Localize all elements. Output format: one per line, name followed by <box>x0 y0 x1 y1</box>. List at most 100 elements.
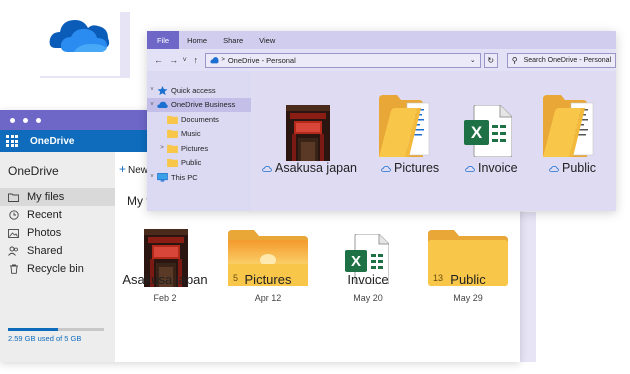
storage-bar <box>8 328 104 331</box>
file-date: Feb 2 <box>153 293 177 303</box>
file-name: Invoice <box>347 272 389 287</box>
file-explorer-window: File Home Share View ← → ˅ ↑ > OneDrive … <box>147 31 617 211</box>
expand-caret-icon[interactable]: > <box>157 145 167 151</box>
explorer-item-asakusa-japan[interactable]: Asakusa japan <box>262 161 357 175</box>
sidebar-item-recent[interactable]: Recent <box>0 206 115 224</box>
sidebar-item-label: Shared <box>27 245 63 257</box>
sidebar-item-label: My files <box>27 191 65 203</box>
cloud-status-icon <box>465 165 475 172</box>
clock-icon <box>8 210 19 221</box>
sidebar-item-my-files[interactable]: My files <box>0 188 115 206</box>
sidebar-item-shared[interactable]: Shared <box>0 242 115 260</box>
refresh-icon: ↻ <box>487 55 495 65</box>
file-name: Pictures <box>244 272 292 287</box>
tree-item-quick-access[interactable]: ˅ Quick access <box>147 83 251 98</box>
address-bar[interactable]: > OneDrive - Personal ⌄ <box>205 52 481 68</box>
tab-home[interactable]: Home <box>179 31 215 49</box>
tree-item-pictures[interactable]: > Pictures <box>147 141 251 156</box>
sidebar-item-label: Photos <box>27 227 62 239</box>
cloud-status-icon <box>549 165 559 172</box>
people-icon <box>8 246 19 257</box>
tab-view[interactable]: View <box>251 31 283 49</box>
explorer-item-public[interactable]: Public <box>549 161 596 175</box>
sidebar-item-label: Recycle bin <box>27 263 84 275</box>
sidebar-item-recycle-bin[interactable]: Recycle bin <box>0 260 115 278</box>
up-arrow-icon[interactable]: ↑ <box>190 55 201 65</box>
sidebar-item-label: Recent <box>27 209 62 221</box>
tree-item-label: Music <box>181 129 201 139</box>
tree-item-documents[interactable]: Documents <box>147 112 251 127</box>
refresh-button[interactable]: ↻ <box>483 52 498 68</box>
stage: OneDrive OneDrive My files Recent Photos… <box>0 0 630 374</box>
folder-icon <box>8 192 19 203</box>
photo-thumbnail[interactable] <box>286 105 330 166</box>
excel-icon[interactable]: X <box>464 104 513 162</box>
explorer-item-invoice[interactable]: Invoice <box>465 161 518 175</box>
search-input[interactable]: ⚲ Search OneDrive - Personal <box>506 52 617 68</box>
back-arrow-icon[interactable]: ← <box>153 55 164 65</box>
explorer-item-pictures[interactable]: Pictures <box>381 161 439 175</box>
new-button-label: New <box>128 165 149 176</box>
cloud-status-icon <box>381 165 391 172</box>
folder-icon[interactable] <box>541 91 601 166</box>
sidebar: OneDrive My files Recent Photos Shared R… <box>0 152 115 362</box>
tree-item-label: Public <box>181 158 202 168</box>
onedrive-cloud-icon <box>49 20 110 52</box>
address-path: OneDrive - Personal <box>227 55 296 65</box>
chevron-down-icon[interactable]: ⌄ <box>470 56 476 64</box>
app-launcher-icon[interactable] <box>6 135 20 147</box>
star-icon <box>157 85 168 95</box>
folder-icon <box>167 130 178 139</box>
app-name: OneDrive <box>30 135 75 147</box>
sidebar-item-photos[interactable]: Photos <box>0 224 115 242</box>
forward-arrow-icon[interactable]: → <box>168 55 179 65</box>
tab-file[interactable]: File <box>147 31 180 49</box>
svg-text:X: X <box>471 123 483 142</box>
tree-item-this-pc[interactable]: ˅ This PC <box>147 170 251 185</box>
tree-item-music[interactable]: Music <box>147 127 251 142</box>
tab-share[interactable]: Share <box>215 31 251 49</box>
file-date: May 20 <box>353 293 383 303</box>
tree-item-public[interactable]: Public <box>147 156 251 171</box>
folder-icon <box>167 159 178 168</box>
file-date: Apr 12 <box>254 293 282 303</box>
expand-caret-icon[interactable]: ˅ <box>147 87 157 93</box>
recent-locations-chevron-icon[interactable]: ˅ <box>179 57 190 64</box>
address-row: ← → ˅ ↑ > OneDrive - Personal ⌄ ↻ ⚲ Sear… <box>147 49 617 71</box>
svg-text:X: X <box>351 253 361 270</box>
explorer-item-name: Public <box>562 161 597 175</box>
onedrive-cloud-icon <box>210 56 219 63</box>
tree-item-label: Pictures <box>181 143 209 153</box>
explorer-item-name: Invoice <box>478 161 518 175</box>
cloud-status-icon <box>262 165 272 172</box>
window-control-dot[interactable] <box>10 117 15 123</box>
tree-item-label: Quick access <box>171 85 216 95</box>
storage-meter: 2.59 GB used of 5 GB <box>8 328 104 343</box>
file-tile-pictures[interactable]: Pictures Apr 12 <box>218 272 318 303</box>
window-control-dot[interactable] <box>23 117 28 123</box>
plus-icon: + <box>119 162 127 176</box>
file-tile-public[interactable]: Public May 29 <box>418 272 518 303</box>
folder-content-pane: Asakusa japan Pictures X Invoice Public <box>251 71 616 211</box>
file-tile-asakusa-japan[interactable]: Asakusa japan Feb 2 <box>115 272 215 303</box>
onedrive-logo-tile <box>40 0 120 76</box>
expand-caret-icon[interactable]: ˅ <box>147 102 157 108</box>
tree-item-onedrive-business[interactable]: ˅ OneDrive Business <box>147 97 251 112</box>
storage-bar-fill <box>8 328 58 331</box>
new-button[interactable]: + New <box>119 162 148 176</box>
folder-icon <box>167 115 178 124</box>
ribbon-tabs: File Home Share View <box>147 31 616 49</box>
explorer-item-name: Pictures <box>394 161 440 175</box>
navigation-pane: ˅ Quick access ˅ OneDrive Business Docum… <box>147 71 251 211</box>
window-control-dot[interactable] <box>36 117 41 123</box>
search-placeholder: Search OneDrive - Personal <box>523 56 612 64</box>
tree-item-label: OneDrive Business <box>171 100 236 110</box>
file-name: Asakusa japan <box>122 272 208 287</box>
folder-icon[interactable] <box>377 91 437 166</box>
storage-text: 2.59 GB used of 5 GB <box>8 334 82 343</box>
file-name: Public <box>450 272 486 287</box>
breadcrumb-chevron-icon: > <box>221 57 225 63</box>
expand-caret-icon[interactable]: ˅ <box>147 174 157 180</box>
monitor-icon <box>157 172 168 182</box>
file-tile-invoice[interactable]: Invoice May 20 <box>318 272 418 303</box>
